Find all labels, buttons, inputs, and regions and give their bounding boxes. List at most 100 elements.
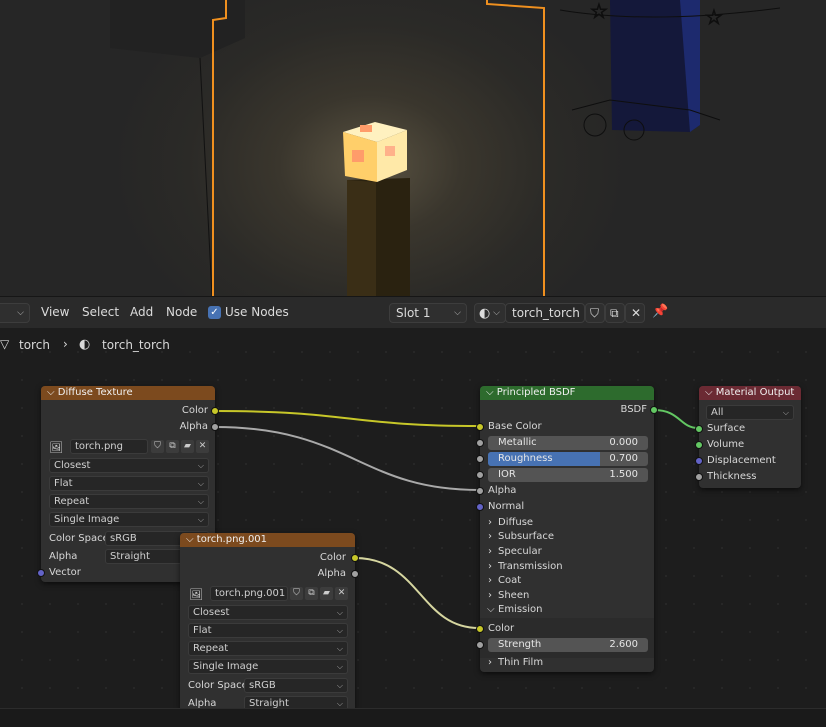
- strength-field[interactable]: Strength 2.600: [488, 638, 648, 652]
- strength-label: Strength: [498, 639, 542, 650]
- input-base-color-socket[interactable]: [476, 423, 484, 431]
- image-browse-icon[interactable]: 🖼: [49, 441, 63, 454]
- use-nodes-label: Use Nodes: [225, 305, 289, 319]
- source-dropdown[interactable]: Single Image ⌵: [49, 512, 209, 527]
- extension-dropdown[interactable]: Repeat ⌵: [49, 494, 209, 509]
- star-shape-2: ☆: [705, 5, 723, 29]
- node-editor-canvas[interactable]: ▽ torch › ◐ torch_torch ⌵ Diffuse Textur…: [0, 328, 826, 711]
- chevron-down-icon: ⌵: [197, 515, 204, 524]
- input-displacement-socket[interactable]: [695, 457, 703, 465]
- image-name: torch.png: [75, 441, 123, 452]
- collapse-chevron-icon[interactable]: ⌵: [186, 534, 194, 545]
- projection-dropdown[interactable]: Flat ⌵: [188, 623, 348, 638]
- chevron-right-icon: ›: [63, 337, 68, 351]
- slot-dropdown[interactable]: Slot 1 ⌵: [389, 303, 467, 323]
- input-surface-socket[interactable]: [695, 425, 703, 433]
- input-vector-socket[interactable]: [37, 569, 45, 577]
- input-volume-socket[interactable]: [695, 441, 703, 449]
- panel-label: Emission: [498, 604, 543, 615]
- ior-field[interactable]: IOR 1.500: [488, 468, 648, 482]
- collapse-chevron-icon[interactable]: ⌵: [705, 387, 713, 398]
- editor-type-dropdown[interactable]: ⌵: [0, 303, 30, 323]
- folder-icon[interactable]: ▰: [181, 440, 194, 453]
- torch-flame: [343, 122, 407, 182]
- image-name-field[interactable]: torch.png.001: [210, 586, 288, 601]
- output-color-socket[interactable]: [211, 407, 219, 415]
- folder-icon[interactable]: ▰: [320, 587, 333, 600]
- collapse-chevron-icon[interactable]: ⌵: [47, 387, 55, 398]
- menu-node[interactable]: Node: [166, 302, 197, 322]
- target-dropdown[interactable]: All ⌵: [706, 405, 794, 420]
- node-title: Principled BSDF: [496, 387, 576, 398]
- copy-icon[interactable]: ⧉: [305, 587, 318, 600]
- breadcrumb-material: torch_torch: [102, 338, 170, 352]
- copy-icon[interactable]: ⧉: [166, 440, 179, 453]
- panel-label: Diffuse: [498, 517, 534, 528]
- unlink-material-button[interactable]: ✕: [625, 303, 645, 323]
- image-name-field[interactable]: torch.png: [70, 439, 148, 454]
- interpolation-value: Closest: [54, 460, 91, 471]
- collapse-chevron-icon[interactable]: ⌵: [486, 387, 494, 398]
- material-browse-button[interactable]: ◐ ⌵: [474, 303, 506, 323]
- color-space-label: Color Space: [49, 533, 109, 544]
- close-icon[interactable]: ✕: [196, 440, 209, 453]
- shield-icon[interactable]: ⛉: [290, 587, 303, 600]
- surface-label: Surface: [707, 423, 746, 434]
- chevron-down-icon: ⌵: [454, 308, 461, 318]
- menu-select[interactable]: Select: [82, 302, 119, 322]
- close-icon[interactable]: ✕: [335, 587, 348, 600]
- output-alpha-label: Alpha: [179, 421, 208, 432]
- node-title: torch.png.001: [196, 534, 268, 545]
- link-diffuse-alpha: [214, 426, 480, 491]
- extension-dropdown[interactable]: Repeat ⌵: [188, 641, 348, 656]
- node-header[interactable]: ⌵ torch.png.001: [180, 533, 355, 547]
- duplicate-material-button[interactable]: ⧉: [605, 303, 625, 323]
- fake-user-button[interactable]: ⛉: [585, 303, 605, 323]
- interpolation-dropdown[interactable]: Closest ⌵: [49, 458, 209, 473]
- input-roughness-socket[interactable]: [476, 455, 484, 463]
- input-metallic-socket[interactable]: [476, 439, 484, 447]
- node-material-output[interactable]: ⌵ Material Output All ⌵ Surface Volume Di…: [695, 386, 801, 488]
- copy-icon: ⧉: [610, 306, 619, 320]
- source-dropdown[interactable]: Single Image ⌵: [188, 659, 348, 674]
- chevron-right-icon: ›: [488, 590, 492, 601]
- extension-value: Repeat: [54, 496, 90, 507]
- output-bsdf-socket[interactable]: [650, 406, 658, 414]
- chevron-down-icon: ⌵: [493, 308, 500, 318]
- chevron-down-icon: ⌵: [336, 681, 343, 690]
- node-header[interactable]: ⌵ Principled BSDF: [480, 386, 654, 400]
- node-emission-texture[interactable]: ⌵ torch.png.001 Color Alpha 🖼 torch.png.…: [180, 533, 359, 711]
- material-name-field[interactable]: torch_torch: [505, 303, 585, 323]
- source-value: Single Image: [193, 661, 259, 672]
- panel-label: Specular: [498, 546, 542, 557]
- chevron-down-icon: ⌵: [197, 479, 204, 488]
- menu-add[interactable]: Add: [130, 302, 153, 322]
- color-space-label: Color Space: [188, 680, 248, 691]
- image-name: torch.png.001: [215, 588, 286, 599]
- node-header[interactable]: ⌵ Material Output: [699, 386, 801, 400]
- node-principled-bsdf[interactable]: ⌵ Principled BSDF BSDF Base Color Metall…: [476, 386, 658, 672]
- chevron-down-icon: ⌵: [782, 408, 789, 417]
- input-normal-socket[interactable]: [476, 503, 484, 511]
- image-browse-icon[interactable]: 🖼: [189, 588, 203, 601]
- pin-icon[interactable]: 📌: [652, 302, 668, 322]
- input-alpha-socket[interactable]: [476, 487, 484, 495]
- output-color-socket[interactable]: [351, 554, 359, 562]
- 3d-viewport[interactable]: ☆ ☆: [0, 0, 826, 296]
- node-header[interactable]: ⌵ Diffuse Texture: [41, 386, 215, 400]
- use-nodes-checkbox[interactable]: ✓: [208, 306, 221, 319]
- input-emission-color-socket[interactable]: [476, 625, 484, 633]
- output-alpha-socket[interactable]: [351, 570, 359, 578]
- metallic-field[interactable]: Metallic 0.000: [488, 436, 648, 450]
- output-alpha-socket[interactable]: [211, 423, 219, 431]
- status-bar: [0, 708, 826, 727]
- interpolation-dropdown[interactable]: Closest ⌵: [188, 605, 348, 620]
- input-ior-socket[interactable]: [476, 471, 484, 479]
- roughness-field[interactable]: Roughness 0.700: [488, 452, 648, 466]
- projection-dropdown[interactable]: Flat ⌵: [49, 476, 209, 491]
- input-thickness-socket[interactable]: [695, 473, 703, 481]
- shield-icon[interactable]: ⛉: [151, 440, 164, 453]
- input-strength-socket[interactable]: [476, 641, 484, 649]
- menu-view[interactable]: View: [41, 302, 69, 322]
- color-space-dropdown[interactable]: sRGB ⌵: [244, 678, 348, 693]
